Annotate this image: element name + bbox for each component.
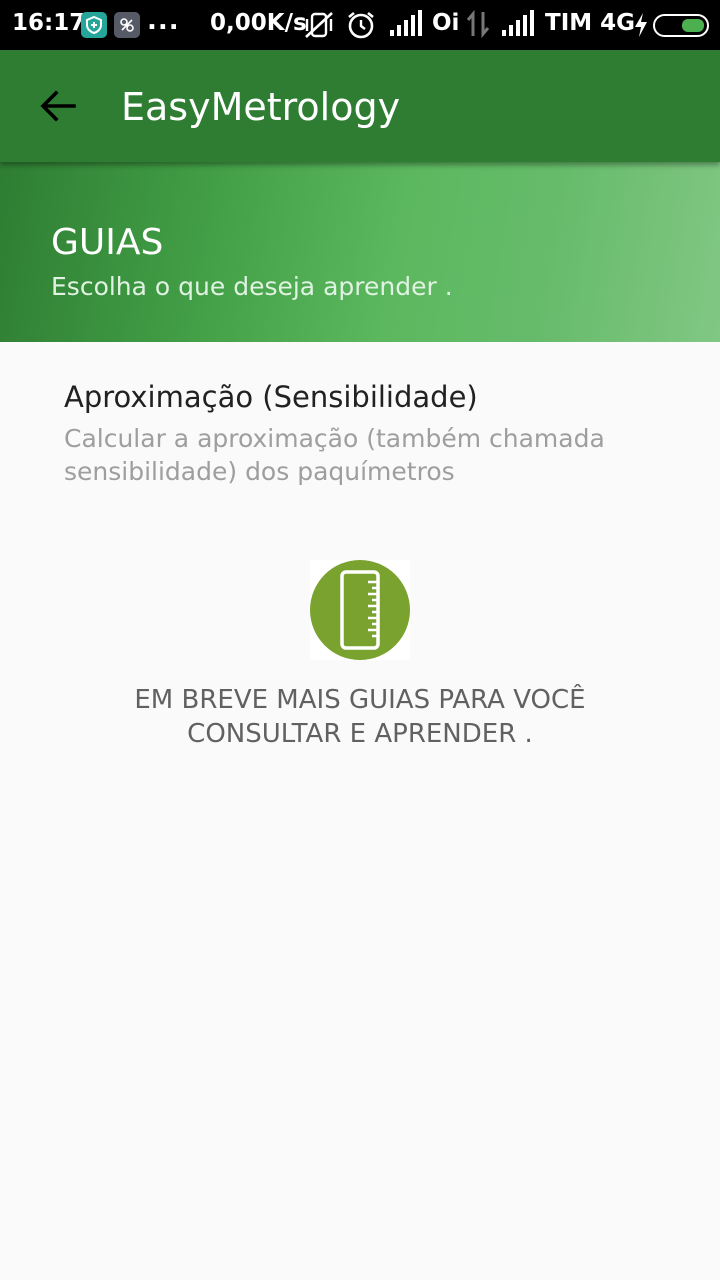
- arrow-left-icon: [40, 90, 76, 122]
- app-title: EasyMetrology: [121, 85, 401, 129]
- battery-icon: [653, 14, 709, 37]
- app-bar: EasyMetrology: [0, 50, 720, 162]
- data-transfer-icon: [466, 9, 490, 44]
- guide-title: Aproximação (Sensibilidade): [64, 380, 478, 414]
- header-banner: GUIAS Escolha o que deseja aprender .: [0, 162, 720, 342]
- page-title: GUIAS: [51, 222, 164, 263]
- more-notifications-icon: ...: [147, 6, 180, 36]
- carrier-2-label: TIM 4G: [545, 10, 636, 36]
- network-speed: 0,00K/s: [210, 10, 307, 36]
- alarm-icon: [346, 10, 376, 46]
- status-bar: 16:17 ... 0,00K/s Oi TIM 4G: [0, 0, 720, 50]
- signal-icon: [388, 10, 422, 44]
- ruler-icon: [310, 560, 410, 660]
- vibrate-off-icon: [303, 10, 335, 46]
- shield-notification-icon: [81, 12, 107, 38]
- status-time: 16:17: [12, 10, 86, 36]
- guide-item-aproximacao[interactable]: Aproximação (Sensibilidade) Calcular a a…: [0, 342, 720, 512]
- signal-icon-2: [500, 10, 534, 44]
- carrier-1-label: Oi: [432, 10, 460, 36]
- charging-icon: [634, 13, 648, 43]
- app-notification-icon: [114, 12, 140, 38]
- empty-state-message: EM BREVE MAIS GUIAS PARA VOCÊ CONSULTAR …: [134, 685, 586, 749]
- guide-description: Calcular a aproximação (também chamada s…: [64, 424, 605, 486]
- page-subtitle: Escolha o que deseja aprender .: [51, 272, 453, 301]
- back-button[interactable]: [30, 78, 86, 134]
- battery-level: [682, 19, 704, 32]
